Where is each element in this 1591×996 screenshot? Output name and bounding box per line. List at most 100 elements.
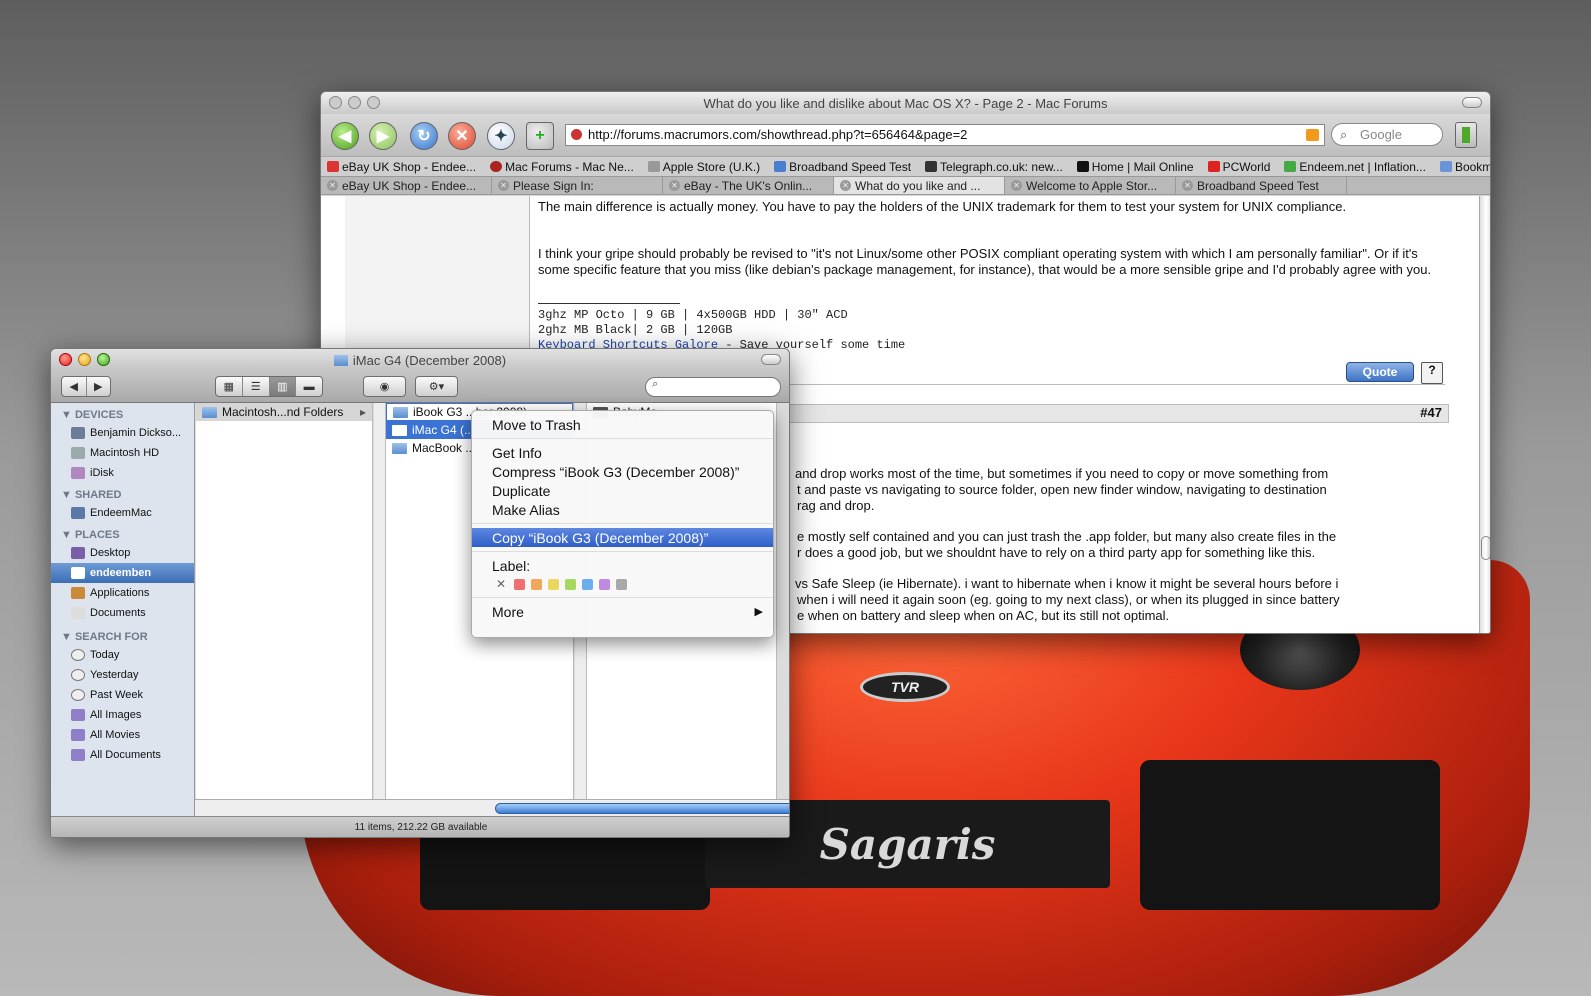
close-tab-icon[interactable]: ✕ xyxy=(498,180,509,191)
quote-button[interactable]: Quote xyxy=(1346,362,1414,382)
label-swatch-blue[interactable] xyxy=(582,578,593,590)
sidebar-item-all-documents[interactable]: All Documents xyxy=(51,745,194,765)
page-scrollbar[interactable] xyxy=(1479,196,1490,633)
menu-item-compress[interactable]: Compress “iBook G3 (December 2008)” xyxy=(472,462,773,481)
bookmark-item[interactable]: Mac Forums - Mac Ne... xyxy=(490,160,634,174)
bookmark-item[interactable]: Bookmarks xyxy=(1439,160,1490,174)
sidebar-item-endeemmac[interactable]: EndeemMac xyxy=(51,503,194,523)
back-icon[interactable]: ◀ xyxy=(331,122,359,150)
sidebar-item-past-week[interactable]: Past Week xyxy=(51,685,194,705)
bookmark-item[interactable]: PCWorld xyxy=(1207,160,1270,174)
bookmark-item[interactable]: Apple Store (U.K.) xyxy=(647,160,760,174)
endeem-icon xyxy=(1284,161,1297,172)
column-resize-handle[interactable] xyxy=(374,403,386,799)
menu-item-copy[interactable]: Copy “iBook G3 (December 2008)” xyxy=(472,528,773,547)
address-bar[interactable]: http://forums.macrumors.com/showthread.p… xyxy=(565,124,1325,146)
label-swatch-orange[interactable] xyxy=(531,578,542,590)
toolbar-toggle-button[interactable] xyxy=(1462,97,1482,108)
finder-sidebar: ▼ DEVICES Benjamin Dickso... Macintosh H… xyxy=(51,403,195,816)
finder-search-input[interactable]: ⌕ xyxy=(645,377,781,397)
sidebar-section-places[interactable]: ▼ PLACES xyxy=(51,523,194,543)
bookmark-sidebar-icon[interactable] xyxy=(1455,122,1477,148)
close-tab-icon[interactable]: ✕ xyxy=(669,180,680,191)
compass-icon[interactable]: ✦ xyxy=(487,122,515,150)
bookmark-item[interactable]: eBay UK Shop - Endee... xyxy=(327,160,476,174)
search-field[interactable]: ⌕ Google xyxy=(1331,123,1443,146)
sidebar-section-search-for[interactable]: ▼ SEARCH FOR xyxy=(51,623,194,645)
bookmark-item[interactable]: Broadband Speed Test xyxy=(774,160,911,174)
finder-title: iMac G4 (December 2008) xyxy=(352,352,507,368)
label-swatch-red[interactable] xyxy=(514,578,525,590)
sidebar-item-all-images[interactable]: All Images xyxy=(51,705,194,725)
bookmark-item[interactable]: Home | Mail Online xyxy=(1076,160,1194,174)
list-view-icon[interactable]: ☰ xyxy=(243,377,270,396)
sidebar-item-all-movies[interactable]: All Movies xyxy=(51,725,194,745)
label-swatch-green[interactable] xyxy=(565,578,576,590)
tab[interactable]: ✕ Please Sign In: xyxy=(492,177,663,194)
sidebar-item-computer[interactable]: Benjamin Dickso... xyxy=(51,423,194,443)
tab[interactable]: ✕ Welcome to Apple Stor... xyxy=(1005,177,1176,194)
sidebar-item-yesterday[interactable]: Yesterday xyxy=(51,665,194,685)
folder-icon xyxy=(392,424,407,436)
menu-item-more[interactable]: More ▶ xyxy=(472,602,773,621)
sidebar-item-today[interactable]: Today xyxy=(51,645,194,665)
coverflow-view-icon[interactable]: ▬ xyxy=(296,377,322,396)
rss-icon[interactable] xyxy=(1306,129,1319,141)
close-button[interactable] xyxy=(59,353,72,366)
close-tab-icon[interactable]: ✕ xyxy=(1011,180,1022,191)
multi-quote-icon[interactable]: ? xyxy=(1421,362,1443,384)
column-view-icon[interactable]: ▥ xyxy=(269,377,297,396)
sidebar-item-documents[interactable]: Documents xyxy=(51,603,194,623)
label-swatch-gray[interactable] xyxy=(616,578,627,590)
zoom-button[interactable] xyxy=(367,96,380,109)
sidebar-section-devices[interactable]: ▼ DEVICES xyxy=(51,403,194,423)
label-swatch-yellow[interactable] xyxy=(548,578,559,590)
no-label-icon[interactable]: ✕ xyxy=(496,577,508,591)
menu-item-duplicate[interactable]: Duplicate xyxy=(472,481,773,500)
sidebar-section-shared[interactable]: ▼ SHARED xyxy=(51,483,194,503)
sidebar-item-macintosh-hd[interactable]: Macintosh HD xyxy=(51,443,194,463)
label-color-picker: ✕ xyxy=(472,575,773,593)
close-tab-icon[interactable]: ✕ xyxy=(1182,180,1193,191)
scrollbar-thumb[interactable] xyxy=(495,803,789,814)
scrollbar-thumb[interactable] xyxy=(1481,536,1490,560)
minimize-button[interactable] xyxy=(78,353,91,366)
add-bookmark-icon[interactable]: + xyxy=(526,122,554,150)
reload-icon[interactable]: ↻ xyxy=(410,122,438,150)
tab-active[interactable]: ✕ What do you like and ... xyxy=(834,177,1005,194)
menu-item-get-info[interactable]: Get Info xyxy=(472,443,773,462)
finder-titlebar[interactable]: iMac G4 (December 2008) xyxy=(51,349,789,371)
close-tab-icon[interactable]: ✕ xyxy=(327,180,338,191)
forward-icon[interactable]: ▶ xyxy=(369,122,397,150)
sidebar-item-applications[interactable]: Applications xyxy=(51,583,194,603)
tab[interactable]: ✕ eBay UK Shop - Endee... xyxy=(321,177,492,194)
zoom-button[interactable] xyxy=(97,353,110,366)
menu-item-move-to-trash[interactable]: Move to Trash xyxy=(472,415,773,434)
sidebar-item-desktop[interactable]: Desktop xyxy=(51,543,194,563)
bookmark-item[interactable]: Endeem.net | Inflation... xyxy=(1284,160,1426,174)
gear-icon[interactable]: ⚙▾ xyxy=(416,377,457,396)
icon-view-icon[interactable]: ▦ xyxy=(216,377,243,396)
bookmarks-bar: eBay UK Shop - Endee... Mac Forums - Mac… xyxy=(321,156,1490,176)
column-item[interactable]: Macintosh...nd Folders ▸ xyxy=(196,403,372,421)
eye-icon[interactable]: ◉ xyxy=(364,377,405,396)
stop-icon[interactable]: ✕ xyxy=(448,122,476,150)
toolbar-toggle-button[interactable] xyxy=(761,354,781,365)
tab[interactable]: ✕ eBay - The UK's Onlin... xyxy=(663,177,834,194)
close-tab-icon[interactable]: ✕ xyxy=(840,180,851,191)
sidebar-item-idisk[interactable]: iDisk xyxy=(51,463,194,483)
close-button[interactable] xyxy=(329,96,342,109)
bookmark-item[interactable]: Telegraph.co.uk: new... xyxy=(925,160,1063,174)
tab[interactable]: ✕ Broadband Speed Test xyxy=(1176,177,1347,194)
horizontal-scrollbar[interactable] xyxy=(195,799,789,816)
label-swatch-purple[interactable] xyxy=(599,578,610,590)
forward-icon[interactable]: ▶ xyxy=(87,377,111,396)
menu-item-make-alias[interactable]: Make Alias xyxy=(472,500,773,519)
finder-column-1: Macintosh...nd Folders ▸ xyxy=(196,403,373,799)
sidebar-item-home[interactable]: endeemben xyxy=(51,563,194,583)
browser-titlebar[interactable]: What do you like and dislike about Mac O… xyxy=(321,92,1490,114)
back-icon[interactable]: ◀ xyxy=(62,377,87,396)
post-number[interactable]: #47 xyxy=(1420,405,1442,420)
minimize-button[interactable] xyxy=(348,96,361,109)
desktop-icon xyxy=(71,547,85,559)
